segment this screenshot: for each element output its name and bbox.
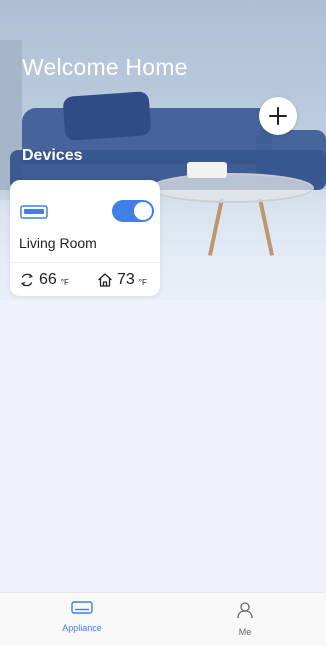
tab-appliance-label: Appliance <box>62 623 102 633</box>
indoor-temperature: 73 °F <box>97 271 147 289</box>
tab-appliance[interactable]: Appliance <box>42 601 122 633</box>
power-toggle[interactable] <box>112 200 154 222</box>
coffee-table <box>150 173 314 203</box>
appliance-icon <box>71 601 93 614</box>
device-card[interactable]: Living Room 66 °F 73 °F <box>10 180 160 296</box>
person-icon <box>237 602 253 619</box>
tab-bar: Appliance Me <box>0 592 326 646</box>
page-title: Welcome Home <box>22 54 188 80</box>
add-device-button[interactable] <box>259 97 297 135</box>
devices-section-label: Devices <box>22 147 83 164</box>
device-room-name: Living Room <box>19 235 97 251</box>
divider <box>10 262 160 263</box>
set-temperature-value: 66 <box>39 271 57 288</box>
indoor-temperature-value: 73 <box>117 271 135 288</box>
toggle-knob <box>134 202 152 220</box>
plus-icon <box>269 107 287 125</box>
air-conditioner-icon <box>20 205 48 219</box>
home-icon <box>98 273 112 287</box>
set-temperature: 66 °F <box>19 271 69 289</box>
cycle-icon <box>21 273 33 287</box>
cushion <box>62 91 152 141</box>
table-tray <box>187 162 227 178</box>
set-temperature-unit: °F <box>60 277 69 287</box>
tab-me-label: Me <box>238 627 252 637</box>
indoor-temperature-unit: °F <box>138 277 147 287</box>
tab-me[interactable]: Me <box>205 601 285 637</box>
